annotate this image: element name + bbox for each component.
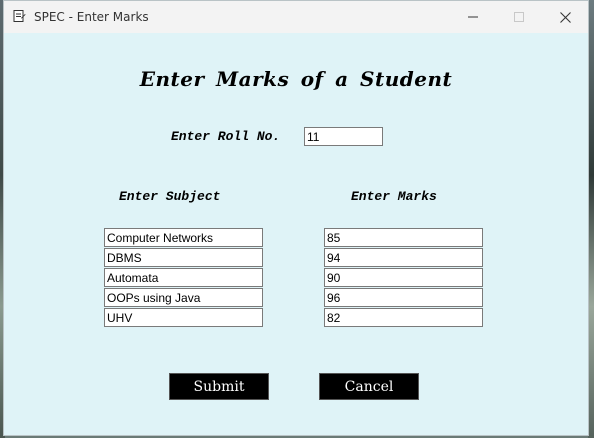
page-title: Enter Marks of a Student [139, 67, 453, 91]
marks-input-2[interactable] [324, 248, 483, 267]
marks-input-1[interactable] [324, 228, 483, 247]
submit-button[interactable]: Submit [169, 373, 269, 400]
window-title: SPEC - Enter Marks [34, 10, 149, 24]
minimize-button[interactable] [450, 1, 496, 33]
title-bar[interactable]: SPEC - Enter Marks [4, 1, 588, 33]
maximize-button[interactable] [496, 1, 542, 33]
marks-input-5[interactable] [324, 308, 483, 327]
subject-input-4[interactable] [104, 288, 263, 307]
notepad-icon [12, 9, 26, 23]
subject-input-1[interactable] [104, 228, 263, 247]
close-icon [559, 11, 571, 23]
marks-column-header: Enter Marks [351, 189, 437, 204]
enter-marks-window: SPEC - Enter Marks Enter Marks of a Stud… [3, 0, 589, 436]
cancel-button[interactable]: Cancel [319, 373, 419, 400]
subject-input-3[interactable] [104, 268, 263, 287]
marks-input-4[interactable] [324, 288, 483, 307]
roll-number-input[interactable] [304, 127, 383, 146]
minimize-icon [468, 16, 478, 18]
marks-input-3[interactable] [324, 268, 483, 287]
subject-column-header: Enter Subject [119, 189, 221, 204]
maximize-icon [514, 12, 524, 22]
close-button[interactable] [542, 1, 588, 33]
subject-input-2[interactable] [104, 248, 263, 267]
roll-number-label: Enter Roll No. [171, 129, 281, 144]
subject-input-5[interactable] [104, 308, 263, 327]
